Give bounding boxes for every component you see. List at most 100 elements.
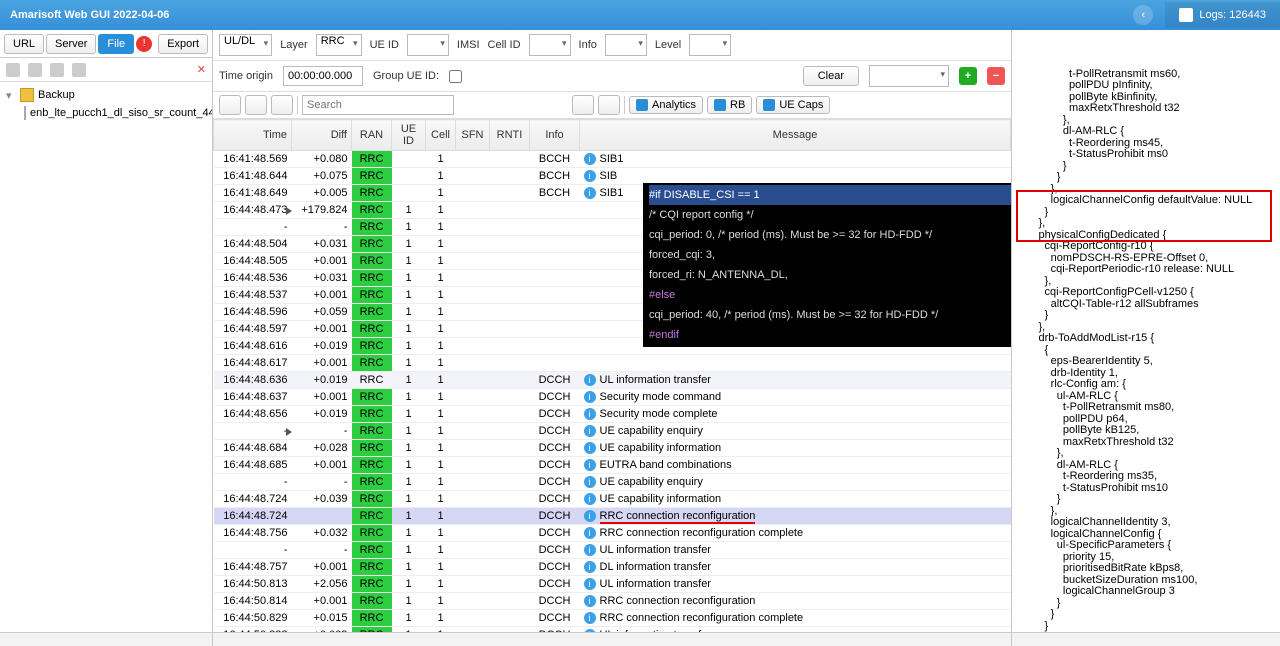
col-header[interactable]: Cell — [426, 120, 456, 151]
table-row[interactable]: 16:41:48.569+0.080RRC1BCCHiSIB1 — [214, 151, 1011, 168]
table-row[interactable]: 16:44:48.724+0.039RRC11DCCHiUE capabilit… — [214, 491, 1011, 508]
info-icon: i — [584, 187, 596, 199]
info-icon: i — [584, 510, 596, 522]
table-row[interactable]: 16:44:48.636+0.019RRC11DCCHiUL informati… — [214, 372, 1011, 389]
info-select[interactable] — [605, 34, 647, 56]
table-row[interactable]: 16:44:48.724RRC11DCCHiRRC connection rec… — [214, 508, 1011, 525]
ueid-label: UE ID — [370, 39, 399, 51]
table-row[interactable]: --RRC11DCCHiUL information transfer — [214, 542, 1011, 559]
sidebar: URL Server File ! Export ✕ ▾ Backup enb_… — [0, 30, 213, 646]
layer-label: Layer — [280, 39, 308, 51]
col-header[interactable]: Time — [214, 120, 292, 151]
detail-hscroll[interactable] — [1012, 632, 1280, 646]
filter-icon[interactable] — [572, 95, 594, 115]
level-select[interactable] — [689, 34, 731, 56]
table-row[interactable]: 16:44:50.838+0.009RRC11DCCHiUL informati… — [214, 627, 1011, 633]
nav-up-icon[interactable] — [50, 63, 64, 77]
file-tab[interactable]: File — [98, 34, 134, 54]
table-row[interactable]: 16:44:50.829+0.015RRC11DCCHiRRC connecti… — [214, 610, 1011, 627]
logs-tab[interactable]: Logs: 126443 — [1165, 2, 1280, 28]
ueid-select[interactable] — [407, 34, 449, 56]
table-row[interactable]: 16:44:50.814+0.001RRC11DCCHiRRC connecti… — [214, 593, 1011, 610]
col-header[interactable]: UE ID — [392, 120, 426, 151]
tree-file[interactable]: enb_lte_pucch1_dl_siso_sr_count_44.log — [6, 104, 206, 122]
remove-button[interactable]: − — [987, 67, 1005, 85]
message-text: Security mode command — [600, 391, 722, 403]
group-ue-checkbox[interactable] — [449, 70, 462, 83]
export-button[interactable]: Export — [158, 34, 208, 54]
info-icon: i — [584, 629, 596, 632]
info-icon: i — [584, 527, 596, 539]
table-row[interactable]: --RRC11DCCHiUE capability enquiry — [214, 423, 1011, 440]
col-header[interactable]: Message — [580, 120, 1011, 151]
rb-button[interactable]: RB — [707, 96, 752, 114]
info-label: Info — [579, 39, 597, 51]
alert-icon[interactable]: ! — [136, 36, 152, 52]
layer-select[interactable]: RRC — [316, 34, 362, 56]
app-title: Amarisoft Web GUI 2022-04-06 — [0, 9, 179, 21]
close-icon[interactable]: ✕ — [197, 63, 206, 76]
col-header[interactable]: Diff — [292, 120, 352, 151]
message-text: UE capability enquiry — [600, 476, 703, 488]
col-header[interactable]: RAN — [352, 120, 392, 151]
time-origin-input[interactable] — [283, 66, 363, 86]
table-row[interactable]: 16:44:48.757+0.001RRC11DCCHiDL informati… — [214, 559, 1011, 576]
imsi-label: IMSI — [457, 39, 480, 51]
table-row[interactable]: 16:44:48.656+0.019RRC11DCCHiSecurity mod… — [214, 406, 1011, 423]
level-label: Level — [655, 39, 681, 51]
uecaps-button[interactable]: UE Caps — [756, 96, 830, 114]
analytics-button[interactable]: Analytics — [629, 96, 703, 114]
logs-tab-label: Logs: 126443 — [1199, 9, 1266, 21]
tree-folder[interactable]: ▾ Backup — [6, 86, 206, 104]
table-row[interactable]: 16:44:48.684+0.028RRC11DCCHiUE capabilit… — [214, 440, 1011, 457]
nav-fwd-icon[interactable] — [28, 63, 42, 77]
log-grid[interactable]: TimeDiffRANUE IDCellSFNRNTIInfoMessage 1… — [213, 119, 1011, 632]
table-row[interactable]: 16:44:48.617+0.001RRC11 — [214, 355, 1011, 372]
table-row[interactable]: 16:44:48.637+0.001RRC11DCCHiSecurity mod… — [214, 389, 1011, 406]
cellid-select[interactable] — [529, 34, 571, 56]
detail-text[interactable]: t-PollRetransmit ms60, pollPDU pInfinity… — [1012, 30, 1280, 632]
group-ue-label: Group UE ID: — [373, 70, 439, 82]
add-button[interactable]: + — [959, 67, 977, 85]
table-row[interactable]: 16:44:48.756+0.032RRC11DCCHiRRC connecti… — [214, 525, 1011, 542]
info-icon: i — [584, 578, 596, 590]
message-text: UL information transfer — [600, 544, 711, 556]
message-text: UE capability information — [600, 442, 722, 454]
col-header[interactable]: SFN — [456, 120, 490, 151]
message-text: RRC connection reconfiguration complete — [600, 527, 804, 539]
clear-button[interactable]: Clear — [803, 66, 859, 86]
preset-select[interactable] — [869, 65, 949, 87]
folder-label: Backup — [38, 89, 75, 101]
next-icon[interactable] — [271, 95, 293, 115]
expand-icon[interactable]: ▾ — [6, 89, 16, 102]
message-text: RRC connection reconfiguration — [600, 510, 756, 524]
table-row[interactable]: --RRC11DCCHiUE capability enquiry — [214, 474, 1011, 491]
col-header[interactable]: Info — [530, 120, 580, 151]
message-text: UL information transfer — [600, 578, 711, 590]
info-icon: i — [584, 408, 596, 420]
collapse-sidebar-button[interactable]: ‹ — [1133, 5, 1153, 25]
reload-icon[interactable] — [219, 95, 241, 115]
refresh-icon[interactable] — [72, 63, 86, 77]
message-text: RRC connection reconfiguration — [600, 595, 756, 607]
message-text: SIB1 — [600, 153, 624, 165]
filter2-icon[interactable] — [598, 95, 620, 115]
uldl-select[interactable]: UL/DL — [219, 34, 272, 56]
message-text: UE capability enquiry — [600, 425, 703, 437]
grid-hscroll[interactable] — [213, 632, 1011, 646]
folder-icon — [20, 88, 34, 102]
message-text: EUTRA band combinations — [600, 459, 732, 471]
table-row[interactable]: 16:44:50.813+2.056RRC11DCCHiUL informati… — [214, 576, 1011, 593]
col-header[interactable]: RNTI — [490, 120, 530, 151]
server-tab[interactable]: Server — [46, 34, 96, 54]
rb-icon — [714, 99, 726, 111]
highlight-box — [1016, 190, 1272, 242]
table-row[interactable]: 16:44:48.685+0.001RRC11DCCHiEUTRA band c… — [214, 457, 1011, 474]
sidebar-hscroll[interactable] — [0, 632, 212, 646]
file-icon — [24, 106, 26, 120]
search-input[interactable] — [302, 95, 454, 115]
url-tab[interactable]: URL — [4, 34, 44, 54]
table-row[interactable]: 16:41:48.644+0.075RRC1BCCHiSIB — [214, 168, 1011, 185]
prev-icon[interactable] — [245, 95, 267, 115]
nav-back-icon[interactable] — [6, 63, 20, 77]
